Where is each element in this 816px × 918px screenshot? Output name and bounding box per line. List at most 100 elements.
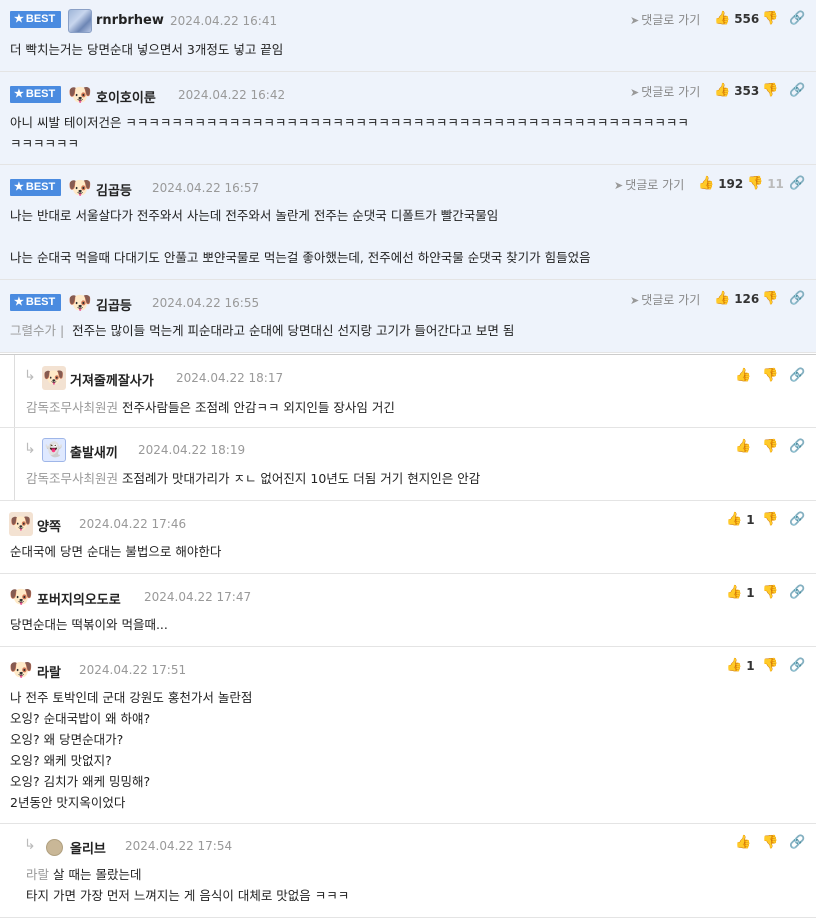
mention[interactable]: 감독조무사최원권 bbox=[26, 471, 118, 486]
comment-nickname[interactable]: 포버지의오도로 bbox=[37, 589, 121, 608]
thumbs-up-icon: 👍 bbox=[735, 368, 752, 383]
thumbs-up-icon: 👍 bbox=[714, 291, 731, 306]
thumbs-up-icon: 👍 bbox=[714, 11, 731, 26]
avatar[interactable]: 🐶 bbox=[68, 291, 92, 315]
comment-item: 🐶 라랄 2024.04.22 17:51 👍 1 👎 🔗 나 전주 토박인데 군… bbox=[0, 647, 816, 824]
goto-comment-link[interactable]: ➤ 댓글로 가기 bbox=[630, 83, 700, 100]
comment-text-line: 2년동안 맛지옥이었다 bbox=[10, 795, 126, 810]
comment-text-line: 오잉? 김치가 왜케 밍밍해? bbox=[10, 774, 151, 789]
link-button[interactable]: 🔗 bbox=[789, 11, 805, 26]
downvote-button[interactable]: 👎 bbox=[762, 512, 778, 527]
avatar[interactable] bbox=[44, 837, 64, 857]
link-button[interactable]: 🔗 bbox=[789, 512, 805, 527]
thumbs-down-icon: 👎 bbox=[762, 439, 779, 454]
link-button[interactable]: 🔗 bbox=[789, 585, 805, 600]
comment-nickname[interactable]: 라랄 bbox=[37, 662, 61, 681]
link-button[interactable]: 🔗 bbox=[789, 439, 805, 454]
avatar[interactable]: 👻 bbox=[42, 438, 66, 462]
link-icon: 🔗 bbox=[789, 585, 806, 600]
goto-comment-link[interactable]: ➤ 댓글로 가기 bbox=[630, 11, 700, 28]
thumbs-up-icon: 👍 bbox=[714, 83, 731, 98]
avatar[interactable]: 🐶 bbox=[9, 512, 33, 536]
thumbs-down-icon: 👎 bbox=[762, 11, 779, 26]
upvote-button[interactable]: 👍 1 bbox=[726, 512, 755, 527]
mention[interactable]: 그렬수가 | bbox=[10, 323, 64, 338]
comment-item: ★ BEST rnrbrhew 2024.04.22 16:41 ➤ 댓글로 가기 … bbox=[0, 0, 816, 72]
thumbs-down-icon: 👎 bbox=[762, 368, 779, 383]
upvote-button[interactable]: 👍 bbox=[735, 439, 751, 454]
upvote-button[interactable]: 👍 192 bbox=[698, 176, 743, 191]
thumbs-down-icon: 👎 bbox=[747, 176, 764, 191]
downvote-button[interactable]: 👎 bbox=[762, 291, 778, 306]
arrow-icon: ➤ bbox=[630, 14, 640, 27]
avatar[interactable]: 🐶 bbox=[42, 366, 66, 390]
comment-item: ★ BEST 🐶 김곱등 2024.04.22 16:57 ➤ 댓글로 가기 👍 19… bbox=[0, 165, 816, 280]
mention[interactable]: 감독조무사최원권 bbox=[26, 400, 118, 415]
comment-item: ★ BEST 🐶 김곱등 2024.04.22 16:55 ➤ 댓글로 가기 👍 12… bbox=[0, 280, 816, 353]
upvote-button[interactable]: 👍 1 bbox=[726, 658, 755, 673]
arrow-icon: ➤ bbox=[614, 179, 624, 192]
downvote-button[interactable]: 👎 bbox=[762, 83, 778, 98]
thumbs-down-icon: 👎 bbox=[762, 835, 779, 850]
comment-nickname[interactable]: 호이호이룬 bbox=[96, 87, 156, 106]
avatar[interactable]: 🐶 bbox=[68, 83, 92, 107]
upvote-button[interactable]: 👍 bbox=[735, 368, 751, 383]
link-button[interactable]: 🔗 bbox=[789, 835, 805, 850]
mention[interactable]: 라랄 bbox=[26, 867, 49, 882]
comment-nickname[interactable]: rnrbrhew bbox=[96, 13, 164, 28]
comment-text: 더 빡치는거는 당면순대 넣으면서 3개정도 넣고 끝임 bbox=[10, 42, 284, 57]
best-badge: ★ BEST bbox=[10, 11, 62, 28]
thumbs-down-icon: 👎 bbox=[762, 512, 779, 527]
comment-date: 2024.04.22 17:46 bbox=[79, 517, 187, 531]
link-button[interactable]: 🔗 bbox=[789, 176, 805, 191]
comment-date: 2024.04.22 17:51 bbox=[79, 663, 187, 677]
comment-text-line: 오잉? 왜 당면순대가? bbox=[10, 732, 124, 747]
upvote-button[interactable]: 👍 353 bbox=[714, 83, 759, 98]
comment-nickname[interactable]: 양쪽 bbox=[37, 516, 61, 535]
comment-nickname[interactable]: 거져줄께잘사가 bbox=[70, 370, 154, 389]
link-icon: 🔗 bbox=[789, 291, 806, 306]
comment-text: 나는 반대로 서울살다가 전주와서 사는데 전주와서 놀란게 전주는 순댓국 디… bbox=[10, 208, 499, 223]
avatar[interactable]: 🐶 bbox=[68, 176, 92, 200]
comment-text: 순대국에 당면 순대는 불법으로 해야한다 bbox=[10, 544, 222, 559]
downvote-button[interactable]: 👎 bbox=[762, 585, 778, 600]
comment-item: 🐶 포버지의오도로 2024.04.22 17:47 👍 1 👎 🔗 당면순대는 … bbox=[0, 574, 816, 647]
link-button[interactable]: 🔗 bbox=[789, 658, 805, 673]
thumbs-down-icon: 👎 bbox=[762, 585, 779, 600]
goto-comment-link[interactable]: ➤ 댓글로 가기 bbox=[614, 176, 684, 193]
upvote-button[interactable]: 👍 556 bbox=[714, 11, 759, 26]
goto-comment-link[interactable]: ➤ 댓글로 가기 bbox=[630, 291, 700, 308]
comment-nickname[interactable]: 김곱등 bbox=[96, 180, 132, 199]
avatar[interactable]: 🐶 bbox=[9, 585, 33, 609]
comment-text-line: 나는 순대국 먹을때 다대기도 안풀고 뽀얀국물로 먹는걸 좋아했는데, 전주에… bbox=[10, 250, 591, 265]
star-icon: ★ bbox=[14, 88, 24, 100]
avatar-dot-icon bbox=[45, 838, 63, 856]
avatar[interactable] bbox=[68, 9, 92, 33]
arrow-icon: ➤ bbox=[630, 294, 640, 307]
downvote-button[interactable]: 👎 bbox=[762, 439, 778, 454]
thumbs-up-icon: 👍 bbox=[698, 176, 715, 191]
best-badge: ★ BEST bbox=[10, 86, 62, 103]
downvote-button[interactable]: 👎 11 bbox=[747, 176, 784, 191]
comment-text-line: 오잉? 순대국밥이 왜 하얘? bbox=[10, 711, 151, 726]
comment-nickname[interactable]: 출발새끼 bbox=[70, 442, 118, 461]
downvote-button[interactable]: 👎 bbox=[762, 11, 778, 26]
comment-text: 라랄 살 때는 몰랐는데 bbox=[26, 864, 141, 885]
comment-text-line: 타지 가면 가장 먼저 느껴지는 게 음식이 대체로 맛없음 ㅋㅋㅋ bbox=[26, 888, 350, 903]
link-button[interactable]: 🔗 bbox=[789, 291, 805, 306]
downvote-button[interactable]: 👎 bbox=[762, 658, 778, 673]
downvote-button[interactable]: 👎 bbox=[762, 835, 778, 850]
upvote-button[interactable]: 👍 126 bbox=[714, 291, 759, 306]
downvote-button[interactable]: 👎 bbox=[762, 368, 778, 383]
link-button[interactable]: 🔗 bbox=[789, 83, 805, 98]
comment-nickname[interactable]: 올리브 bbox=[70, 838, 106, 857]
upvote-button[interactable]: 👍 1 bbox=[726, 585, 755, 600]
link-icon: 🔗 bbox=[789, 512, 806, 527]
upvote-button[interactable]: 👍 bbox=[735, 835, 751, 850]
avatar[interactable]: 🐶 bbox=[9, 658, 33, 682]
comment-date: 2024.04.22 17:54 bbox=[125, 839, 233, 853]
comment-date: 2024.04.22 18:19 bbox=[138, 443, 246, 457]
comment-nickname[interactable]: 김곱등 bbox=[96, 295, 132, 314]
link-button[interactable]: 🔗 bbox=[789, 368, 805, 383]
link-icon: 🔗 bbox=[789, 83, 806, 98]
